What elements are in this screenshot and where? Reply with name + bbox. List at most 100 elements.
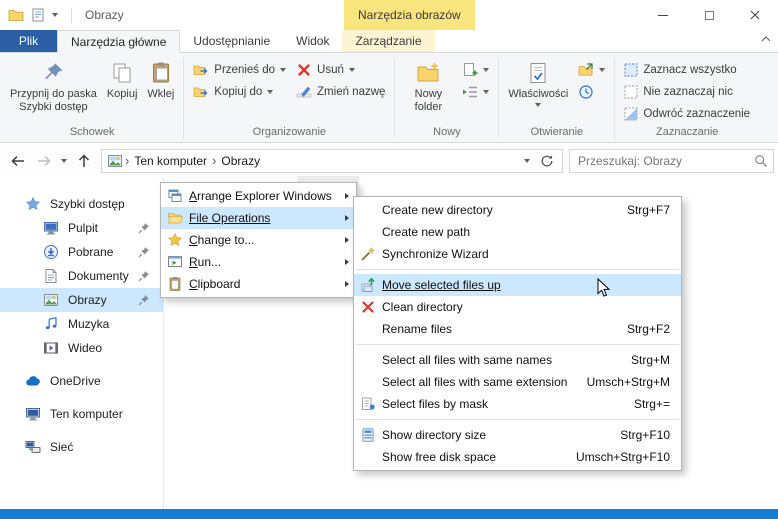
ribbon-group-new: Nowy folder Nowy bbox=[396, 54, 497, 142]
dropdown-arrow-icon bbox=[535, 103, 542, 107]
sidebar-item-downloads[interactable]: Pobrane bbox=[0, 240, 163, 264]
search-box[interactable] bbox=[569, 148, 774, 173]
easy-access-button[interactable] bbox=[457, 81, 494, 103]
minimize-button[interactable] bbox=[640, 0, 686, 30]
shortcut-label: Strg+F10 bbox=[620, 428, 670, 442]
sidebar-item-onedrive[interactable]: OneDrive bbox=[0, 369, 163, 393]
submenu-item-select-all-same-names[interactable]: Select all files with same names Strg+M bbox=[354, 349, 681, 371]
recent-locations-button[interactable] bbox=[57, 149, 71, 173]
submenu-item-show-free-disk-space[interactable]: Show free disk space Umsch+Strg+F10 bbox=[354, 446, 681, 468]
close-button[interactable] bbox=[732, 0, 778, 30]
sidebar-item-videos[interactable]: Wideo bbox=[0, 336, 163, 360]
folder-icon bbox=[8, 7, 24, 23]
menu-separator bbox=[356, 344, 679, 345]
copy-to-icon bbox=[193, 87, 208, 97]
collapse-ribbon-button[interactable] bbox=[761, 36, 771, 42]
pin-to-quick-access-button[interactable]: Przypnij do paska Szybki dostęp bbox=[5, 57, 102, 114]
properties-sheet-icon[interactable] bbox=[30, 7, 46, 23]
open-button[interactable] bbox=[573, 59, 610, 81]
chevron-up-icon bbox=[761, 36, 771, 42]
menu-item-file-operations[interactable]: File Operations bbox=[161, 207, 356, 229]
submenu-item-rename-files[interactable]: Rename files Strg+F2 bbox=[354, 318, 681, 340]
new-folder-icon bbox=[417, 62, 439, 82]
submenu-arrow-icon bbox=[345, 281, 349, 287]
forward-button[interactable] bbox=[31, 149, 57, 173]
shortcut-label: Strg+M bbox=[630, 353, 670, 367]
tab-home[interactable]: Narzędzia główne bbox=[57, 30, 181, 53]
menu-item-clipboard[interactable]: Clipboard bbox=[161, 273, 356, 295]
breadcrumb-this-pc[interactable]: Ten komputer bbox=[131, 154, 210, 168]
cascade-windows-icon bbox=[161, 188, 189, 204]
sidebar-item-music[interactable]: Muzyka bbox=[0, 312, 163, 336]
menu-separator bbox=[356, 419, 679, 420]
delete-button[interactable]: Usuń bbox=[291, 59, 390, 81]
up-arrow-icon bbox=[78, 153, 90, 167]
new-item-button[interactable] bbox=[457, 59, 494, 81]
sidebar-item-network[interactable]: Sieć bbox=[0, 435, 163, 459]
sidebar-item-documents[interactable]: Dokumenty bbox=[0, 264, 163, 288]
menu-item-run[interactable]: Run... bbox=[161, 251, 356, 273]
move-to-button[interactable]: Przenieś do bbox=[188, 59, 291, 81]
submenu-item-synchronize-wizard[interactable]: Synchronize Wizard bbox=[354, 243, 681, 265]
submenu-item-create-new-directory[interactable]: Create new directory Strg+F7 bbox=[354, 199, 681, 221]
dropdown-arrow-icon bbox=[348, 68, 355, 72]
tab-share[interactable]: Udostępnianie bbox=[180, 30, 283, 52]
properties-button[interactable]: Właściwości bbox=[503, 57, 573, 107]
select-all-button[interactable]: Zaznacz wszystko bbox=[619, 59, 755, 81]
paste-button[interactable]: Wklej bbox=[142, 57, 179, 101]
menu-item-change-to[interactable]: Change to... bbox=[161, 229, 356, 251]
red-x-icon bbox=[354, 299, 382, 315]
submenu-item-select-all-same-extension[interactable]: Select all files with same extension Ums… bbox=[354, 371, 681, 393]
ribbon-tab-bar: Plik Narzędzia główne Udostępnianie Wido… bbox=[0, 30, 778, 53]
maximize-button[interactable] bbox=[686, 0, 732, 30]
breadcrumb-chevron: › bbox=[125, 153, 130, 168]
dropdown-arrow-icon bbox=[267, 90, 274, 94]
customize-quick-access-icon[interactable] bbox=[52, 13, 58, 17]
submenu-item-clean-directory[interactable]: Clean directory bbox=[354, 296, 681, 318]
move-files-up-icon bbox=[354, 277, 382, 293]
search-input[interactable] bbox=[578, 153, 754, 168]
tab-manage[interactable]: Zarządzanie bbox=[342, 30, 435, 52]
group-separator bbox=[394, 57, 396, 139]
address-bar[interactable]: › Ten komputer › Obrazy bbox=[101, 148, 563, 173]
select-none-button[interactable]: Nie zaznaczaj nic bbox=[619, 81, 755, 103]
pin-icon bbox=[138, 270, 150, 282]
window-title: Obrazy bbox=[85, 8, 124, 22]
submenu-item-select-files-by-mask[interactable]: Select files by mask Strg+= bbox=[354, 393, 681, 415]
tab-file[interactable]: Plik bbox=[0, 30, 57, 52]
breadcrumb-pictures[interactable]: Obrazy bbox=[218, 154, 263, 168]
context-menu: Arrange Explorer Windows File Operations… bbox=[160, 182, 357, 298]
sidebar-item-quick-access[interactable]: Szybki dostęp bbox=[0, 192, 163, 216]
pin-icon bbox=[138, 294, 150, 306]
ribbon: Przypnij do paska Szybki dostęp Kopiuj Wk… bbox=[0, 53, 778, 143]
invert-selection-button[interactable]: Odwróć zaznaczenie bbox=[619, 103, 755, 125]
ribbon-group-clipboard: Przypnij do paska Szybki dostęp Kopiuj Wk… bbox=[2, 54, 182, 142]
rename-button[interactable]: Zmień nazwę bbox=[291, 81, 390, 103]
submenu-arrow-icon bbox=[345, 193, 349, 199]
history-button[interactable] bbox=[573, 81, 610, 103]
menu-item-arrange-explorer-windows[interactable]: Arrange Explorer Windows bbox=[161, 185, 356, 207]
submenu-item-show-directory-size[interactable]: Show directory size Strg+F10 bbox=[354, 424, 681, 446]
address-dropdown-button[interactable] bbox=[517, 150, 537, 172]
sidebar-item-pictures[interactable]: Obrazy bbox=[0, 288, 163, 312]
submenu-arrow-icon bbox=[345, 259, 349, 265]
submenu-item-create-new-path[interactable]: Create new path bbox=[354, 221, 681, 243]
up-button[interactable] bbox=[71, 149, 97, 173]
move-to-icon bbox=[193, 65, 208, 75]
back-button[interactable] bbox=[5, 149, 31, 173]
tab-view[interactable]: Widok bbox=[283, 30, 342, 52]
refresh-icon bbox=[541, 154, 553, 166]
documents-icon bbox=[43, 268, 59, 284]
refresh-button[interactable] bbox=[537, 150, 557, 172]
copy-button[interactable]: Kopiuj bbox=[102, 57, 143, 101]
pictures-folder-icon bbox=[107, 153, 123, 169]
sidebar-item-desktop[interactable]: Pulpit bbox=[0, 216, 163, 240]
delete-icon bbox=[298, 64, 310, 76]
new-folder-button[interactable]: Nowy folder bbox=[399, 57, 457, 114]
onedrive-cloud-icon bbox=[25, 373, 41, 389]
copy-to-button[interactable]: Kopiuj do bbox=[188, 81, 291, 103]
shortcut-label: Umsch+Strg+F10 bbox=[575, 450, 670, 464]
sidebar-item-this-pc[interactable]: Ten komputer bbox=[0, 402, 163, 426]
pin-icon bbox=[138, 246, 150, 258]
submenu-item-move-selected-files-up[interactable]: Move selected files up bbox=[354, 274, 681, 296]
